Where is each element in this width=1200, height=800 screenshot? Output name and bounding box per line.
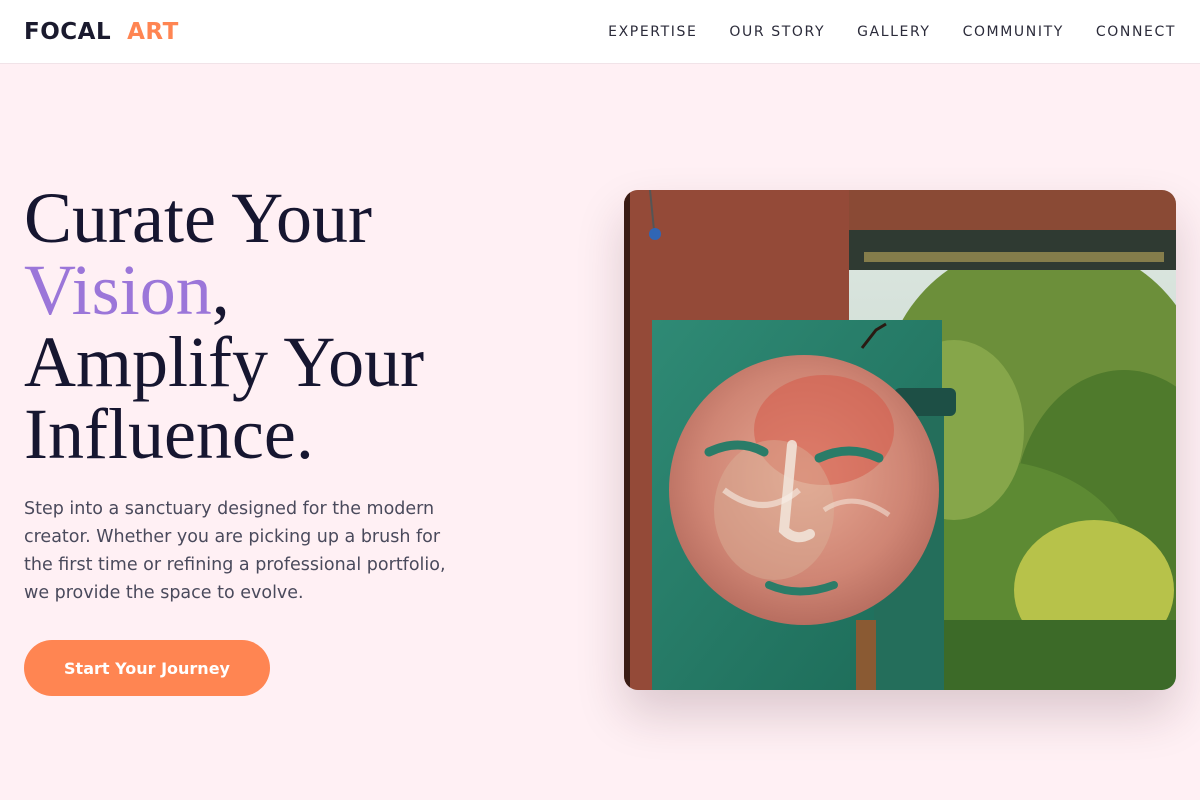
nav-link-community[interactable]: COMMUNITY: [963, 24, 1064, 40]
nav-link-gallery[interactable]: GALLERY: [857, 24, 930, 40]
brand-word-art: ART: [127, 18, 179, 45]
top-navigation-bar: FOCAL ART EXPERTISE OUR STORY GALLERY CO…: [0, 0, 1200, 64]
brand-word-focal: FOCAL: [24, 18, 112, 45]
nav-link-connect[interactable]: CONNECT: [1096, 24, 1176, 40]
hero-artwork-image: [624, 190, 1176, 690]
hero-title-line3: Amplify Your: [24, 322, 425, 402]
painted-face-mural-illustration: [624, 190, 1176, 690]
nav-link-our-story[interactable]: OUR STORY: [729, 24, 825, 40]
main-nav: EXPERTISE OUR STORY GALLERY COMMUNITY CO…: [608, 24, 1176, 40]
start-journey-button[interactable]: Start Your Journey: [24, 640, 270, 696]
hero-title: Curate Your Vision, Amplify Your Influen…: [24, 182, 584, 470]
hero-subtitle: Step into a sanctuary designed for the m…: [24, 499, 446, 603]
nav-link-expertise[interactable]: EXPERTISE: [608, 24, 697, 40]
hero-title-line4: Influence.: [24, 394, 314, 474]
hero-title-comma: ,: [211, 250, 230, 330]
hero-title-line1: Curate Your: [24, 178, 373, 258]
hero-title-accent: Vision: [24, 250, 212, 330]
brand-logo[interactable]: FOCAL ART: [24, 19, 179, 45]
